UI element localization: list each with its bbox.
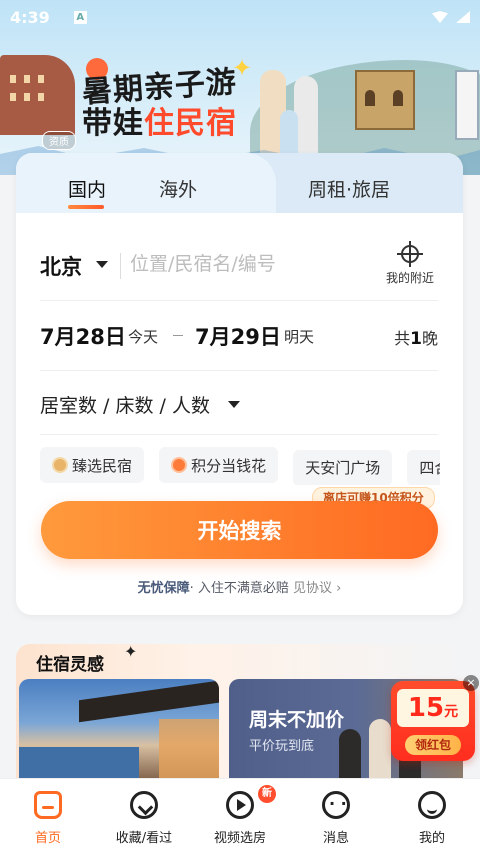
search-tabs: 国内 海外 周租·旅居 — [16, 153, 463, 213]
nav-favorites[interactable]: 收藏/看过 — [96, 779, 192, 854]
room-guest-row[interactable]: 居室数 / 床数 / 人数 — [40, 371, 438, 435]
date-separator — [173, 335, 183, 336]
quick-filter-chips: 臻选民宿 积分当钱花 天安门广场 四合 — [40, 447, 440, 485]
new-badge: 新 — [258, 785, 276, 803]
checkout-day-label: 明天 — [284, 328, 315, 346]
nearby-button[interactable]: 我的附近 — [382, 241, 438, 286]
checkin-day-label: 今天 — [128, 328, 159, 346]
chip-siheyuan[interactable]: 四合 — [407, 449, 440, 485]
red-packet-amount: 15元 — [397, 689, 469, 727]
inspiration-title: 住宿灵感 — [36, 655, 104, 675]
chevron-down-icon[interactable] — [96, 261, 108, 268]
qualification-badge[interactable]: 资质 — [42, 131, 76, 150]
chevron-down-icon[interactable] — [228, 401, 240, 408]
divider — [120, 253, 121, 279]
weekend-card-title: 周末不加价 — [249, 709, 345, 731]
wifi-icon — [432, 11, 448, 23]
sparkle-icon: ✦ — [124, 644, 138, 661]
close-icon[interactable]: × — [463, 675, 479, 691]
nav-home[interactable]: 首页 — [0, 779, 96, 854]
search-card: 国内 海外 周租·旅居 北京 我的附近 7月28日 今天 7月29日 明天 共1… — [16, 153, 463, 615]
date-row[interactable]: 7月28日 今天 7月29日 明天 共1晚 — [40, 301, 438, 371]
active-tab-indicator — [68, 205, 104, 209]
guarantee-banner[interactable]: 无忧保障· 入住不满意必赔 见协议 › — [16, 577, 463, 596]
hero-title: 暑期亲子游 带娃住民宿 — [81, 65, 238, 142]
status-bar: 4:39 A — [0, 0, 480, 34]
start-search-button[interactable]: 开始搜索 — [41, 501, 438, 559]
gold-house-icon — [52, 457, 68, 473]
signal-icon — [456, 11, 470, 23]
claim-red-packet-button[interactable]: 领红包 — [405, 735, 461, 755]
nav-messages[interactable]: 消息 — [288, 779, 384, 854]
tab-weekly-rental[interactable]: 周租·旅居 — [308, 175, 390, 202]
notification-app-icon: A — [73, 10, 87, 24]
tab-overseas[interactable]: 海外 — [159, 175, 197, 202]
chip-premium-homestay[interactable]: 臻选民宿 — [40, 447, 145, 483]
hero-title-line1: 暑期亲子游 — [80, 64, 238, 111]
status-time: 4:39 — [10, 7, 50, 27]
heart-icon — [130, 791, 158, 819]
search-form: 北京 我的附近 7月28日 今天 7月29日 明天 共1晚 居室数 / 床数 /… — [16, 213, 463, 615]
inspiration-card-lakeview[interactable] — [19, 679, 219, 784]
family-illustration — [250, 60, 350, 160]
nav-label: 收藏/看过 — [115, 831, 173, 846]
home-icon — [34, 791, 62, 819]
tab-domestic[interactable]: 国内 — [68, 175, 106, 202]
video-icon — [226, 791, 254, 819]
locate-icon — [397, 241, 423, 267]
nav-label: 首页 — [34, 831, 61, 846]
nearby-label: 我的附近 — [385, 271, 434, 285]
profile-icon — [418, 791, 446, 819]
bottom-nav: 首页 收藏/看过 视频选房 消息 我的 新 — [0, 778, 480, 854]
city-selector[interactable]: 北京 — [40, 251, 82, 281]
weekend-card-subtitle: 平价玩到底 — [249, 739, 315, 754]
lighthouse-illustration — [455, 70, 479, 140]
hero-title-line2: 带娃住民宿 — [82, 106, 237, 141]
building-illustration — [0, 55, 75, 135]
nav-label: 视频选房 — [213, 831, 266, 846]
room-guest-selector[interactable]: 居室数 / 床数 / 人数 — [40, 391, 210, 418]
message-icon — [322, 791, 350, 819]
great-wall-illustration — [355, 70, 415, 130]
nights-count: 共1晚 — [394, 329, 438, 349]
chip-tiananmen[interactable]: 天安门广场 — [293, 449, 393, 485]
checkout-date[interactable]: 7月29日 — [195, 321, 281, 351]
coin-icon — [171, 457, 188, 473]
checkin-date[interactable]: 7月28日 — [40, 321, 126, 351]
nav-label: 我的 — [418, 831, 445, 846]
nav-profile[interactable]: 我的 — [384, 779, 480, 854]
nav-label: 消息 — [322, 831, 349, 846]
guarantee-link[interactable]: 见协议 › — [293, 581, 341, 596]
city-row: 北京 我的附近 — [40, 233, 438, 301]
chip-points[interactable]: 积分当钱花 — [159, 447, 279, 483]
red-packet-widget[interactable]: 15元 领红包 × — [391, 675, 479, 761]
keyword-search-input[interactable] — [130, 249, 360, 279]
